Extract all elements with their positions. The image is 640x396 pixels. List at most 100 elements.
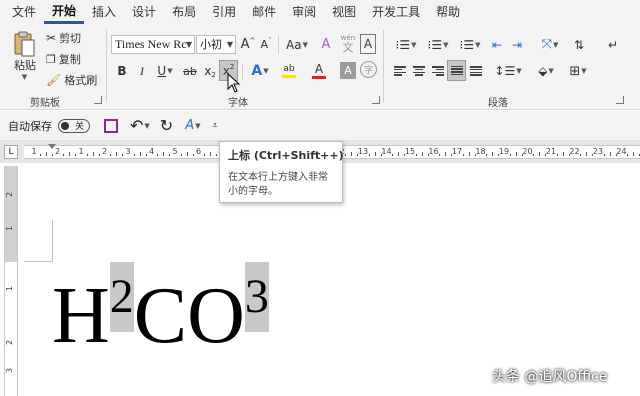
formula-segment[interactable]: CO bbox=[134, 272, 245, 360]
tab-selector[interactable]: L bbox=[4, 145, 18, 159]
chinese-layout-button[interactable]: ⤧ ▼ bbox=[536, 35, 564, 54]
grow-font-button[interactable]: A ^ bbox=[240, 35, 256, 54]
subscript-button[interactable]: x2 bbox=[202, 62, 218, 80]
tooltip-body: 在文本行上方键入非常小的字母。 bbox=[228, 172, 328, 197]
paragraph-launcher[interactable] bbox=[616, 96, 624, 104]
chevron-down-icon: ▼ bbox=[226, 40, 233, 49]
chevron-down-icon[interactable]: ▼ bbox=[144, 122, 149, 130]
cut-button[interactable]: ✂ 剪切 bbox=[46, 30, 81, 46]
ruler-tick bbox=[186, 152, 188, 156]
menu-tab[interactable]: 文件 bbox=[4, 0, 44, 24]
enclose-characters-button[interactable]: 字 bbox=[360, 61, 377, 78]
paste-dropdown[interactable]: ▼ bbox=[16, 72, 32, 82]
ruler-number: 20 bbox=[522, 147, 533, 156]
ruler-tick bbox=[92, 152, 94, 156]
underline-button[interactable]: U ▼ bbox=[153, 62, 177, 80]
character-border-button[interactable]: A bbox=[360, 34, 376, 54]
ruler-number: 21 bbox=[545, 147, 557, 156]
clipboard-launcher[interactable] bbox=[94, 96, 102, 104]
align-left-button[interactable] bbox=[392, 62, 408, 80]
superscript-digit[interactable]: 3 bbox=[244, 262, 269, 332]
paragraph-mark-icon: ↵ bbox=[607, 37, 619, 52]
increase-indent-button[interactable]: ⇥ bbox=[508, 35, 526, 54]
superscript-tooltip: 上标 (Ctrl+Shift++) 在文本行上方键入非常小的字母。 bbox=[219, 141, 344, 203]
ruler-tick bbox=[133, 154, 135, 156]
bold-button[interactable]: B bbox=[114, 62, 130, 80]
redo-icon[interactable]: ↻ bbox=[160, 116, 173, 135]
justify-button[interactable] bbox=[447, 60, 466, 81]
chevron-down-icon[interactable]: ▼ bbox=[195, 122, 200, 130]
ruler-number: 2 bbox=[101, 147, 108, 156]
ruler-tick bbox=[45, 152, 47, 156]
clear-formatting-icon: A bbox=[321, 37, 331, 52]
watermark: 头条 @追风Office bbox=[492, 369, 608, 385]
ruler-tick bbox=[368, 154, 370, 156]
ruler-tick bbox=[486, 154, 488, 156]
highlighter-icon: ab bbox=[283, 64, 295, 74]
paste-button[interactable] bbox=[10, 28, 38, 60]
format-painter-button[interactable]: 🖌 格式刷 bbox=[46, 72, 97, 88]
change-case-button[interactable]: Aa ▼ bbox=[283, 35, 311, 54]
menu-tab[interactable]: 邮件 bbox=[244, 0, 284, 24]
formula-text[interactable]: H2CO3 bbox=[52, 262, 269, 370]
ruler-tick bbox=[421, 152, 423, 156]
superscript-digit[interactable]: 2 bbox=[109, 262, 134, 332]
paragraph-shading-button[interactable]: ⬙ ▼ bbox=[532, 62, 560, 80]
vertical-ruler[interactable]: 2 1 1 2 3 bbox=[4, 166, 18, 396]
paste-label[interactable]: 粘贴 bbox=[10, 58, 40, 72]
numbering-button[interactable]: ⁝☰ ▼ bbox=[424, 35, 452, 54]
ruler-tick bbox=[98, 154, 100, 156]
highlight-color-swatch bbox=[282, 75, 296, 78]
line-spacing-button[interactable]: ↕☰ ▼ bbox=[494, 62, 522, 80]
menu-tab[interactable]: 审阅 bbox=[284, 0, 324, 24]
shrink-font-button[interactable]: Aˇ bbox=[258, 35, 274, 54]
indent-marker[interactable] bbox=[48, 144, 56, 149]
borders-button[interactable]: ⊞ ▼ bbox=[564, 62, 592, 80]
ruler-tick bbox=[398, 152, 400, 156]
menu-tab[interactable]: 开发工具 bbox=[364, 0, 428, 24]
distributed-button[interactable] bbox=[468, 62, 484, 80]
undo-icon[interactable]: ↶ bbox=[130, 116, 143, 135]
ruler-tick bbox=[392, 154, 394, 156]
menu-tab[interactable]: 布局 bbox=[164, 0, 204, 24]
font-color-button[interactable]: A bbox=[306, 61, 332, 80]
ruler-tick bbox=[509, 154, 511, 156]
ruler-tick bbox=[157, 154, 159, 156]
phonetic-guide-button[interactable]: wén 文 bbox=[338, 32, 358, 56]
bullets-button[interactable]: ⁝☰ ▼ bbox=[392, 35, 420, 54]
font-name-combo[interactable]: Times New Rc ▼ bbox=[111, 35, 195, 54]
character-shading-button[interactable]: A bbox=[340, 62, 356, 79]
show-hide-marks-button[interactable]: ↵ bbox=[604, 35, 622, 54]
strikethrough-button[interactable]: ab bbox=[181, 62, 199, 80]
mouse-cursor-icon bbox=[227, 73, 241, 93]
menu-tab[interactable]: 插入 bbox=[84, 0, 124, 24]
font-size-combo[interactable]: 小初 ▼ bbox=[196, 35, 236, 54]
italic-button[interactable]: I bbox=[134, 62, 150, 80]
save-icon[interactable] bbox=[104, 118, 118, 133]
menu-tab[interactable]: 视图 bbox=[324, 0, 364, 24]
copy-button[interactable]: ❐ 复制 bbox=[46, 51, 81, 67]
customize-qat-icon[interactable]: ⩡ bbox=[213, 121, 218, 131]
clear-formatting-button[interactable]: A bbox=[318, 35, 334, 54]
bullet-list-icon: ⁝☰ bbox=[395, 37, 411, 52]
menu-tab[interactable]: 引用 bbox=[204, 0, 244, 24]
align-right-button[interactable] bbox=[430, 62, 446, 80]
vertical-ruler-number: 3 bbox=[5, 367, 15, 374]
autosave-toggle[interactable]: 关 bbox=[58, 118, 90, 133]
menu-tab[interactable]: 设计 bbox=[124, 0, 164, 24]
ruler-tick bbox=[580, 154, 582, 156]
multilevel-list-button[interactable]: ⁝☰ ▼ bbox=[456, 35, 484, 54]
formula-segment[interactable]: H bbox=[52, 272, 110, 360]
decrease-indent-button[interactable]: ⇤ bbox=[488, 35, 506, 54]
highlight-color-button[interactable]: ab bbox=[276, 61, 302, 80]
ruler-tick bbox=[445, 152, 447, 156]
sort-button[interactable]: ⇅ bbox=[570, 35, 588, 54]
font-style-icon[interactable]: A bbox=[185, 118, 194, 133]
align-center-button[interactable] bbox=[411, 62, 427, 80]
superscript-mark: 2 bbox=[229, 62, 235, 71]
menu-tab[interactable]: 帮助 bbox=[428, 0, 468, 24]
menu-tab[interactable]: 开始 bbox=[44, 1, 85, 24]
font-launcher[interactable] bbox=[372, 96, 380, 104]
ruler-tick bbox=[180, 154, 182, 156]
text-effects-button[interactable]: A ▼ bbox=[248, 61, 272, 80]
